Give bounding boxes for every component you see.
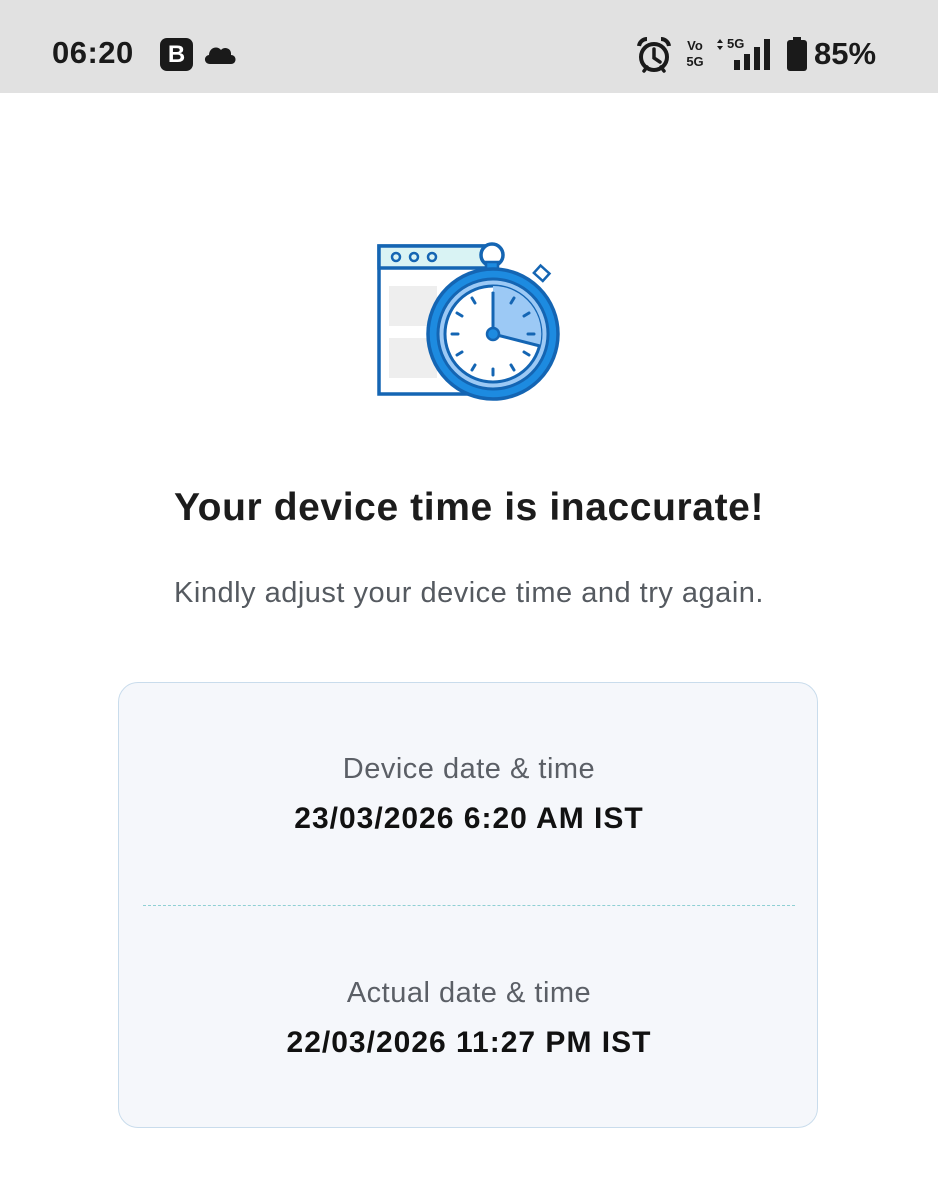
page-title: Your device time is inaccurate! [173,486,765,529]
alarm-icon [637,36,671,73]
signal-icon: 5G [717,36,770,70]
volte-bottom-label: 5G [686,54,704,69]
card-divider [143,905,795,906]
volte-icon: Vo 5G [682,38,708,72]
battery-icon [787,37,807,71]
network-type-label: 5G [727,36,744,51]
time-comparison-card: Device date & time 23/03/2026 6:20 AM IS… [118,682,818,1128]
battery-percentage: 85% [814,36,877,71]
status-time: 06:20 [52,35,134,70]
device-time-label: Device date & time [342,753,596,785]
page-subtitle: Kindly adjust your device time and try a… [174,577,764,609]
actual-time-label: Actual date & time [346,977,592,1009]
device-time-value: 23/03/2026 6:20 AM IST [294,802,644,835]
status-bar: 06:20 B Vo 5G 5G 85% [0,0,938,93]
actual-time-value: 22/03/2026 11:27 PM IST [286,1026,652,1059]
b-app-icon: B [160,38,193,71]
browser-stopwatch-illustration [377,242,560,401]
volte-top-label: Vo [687,38,703,53]
cloud-icon [204,47,236,64]
